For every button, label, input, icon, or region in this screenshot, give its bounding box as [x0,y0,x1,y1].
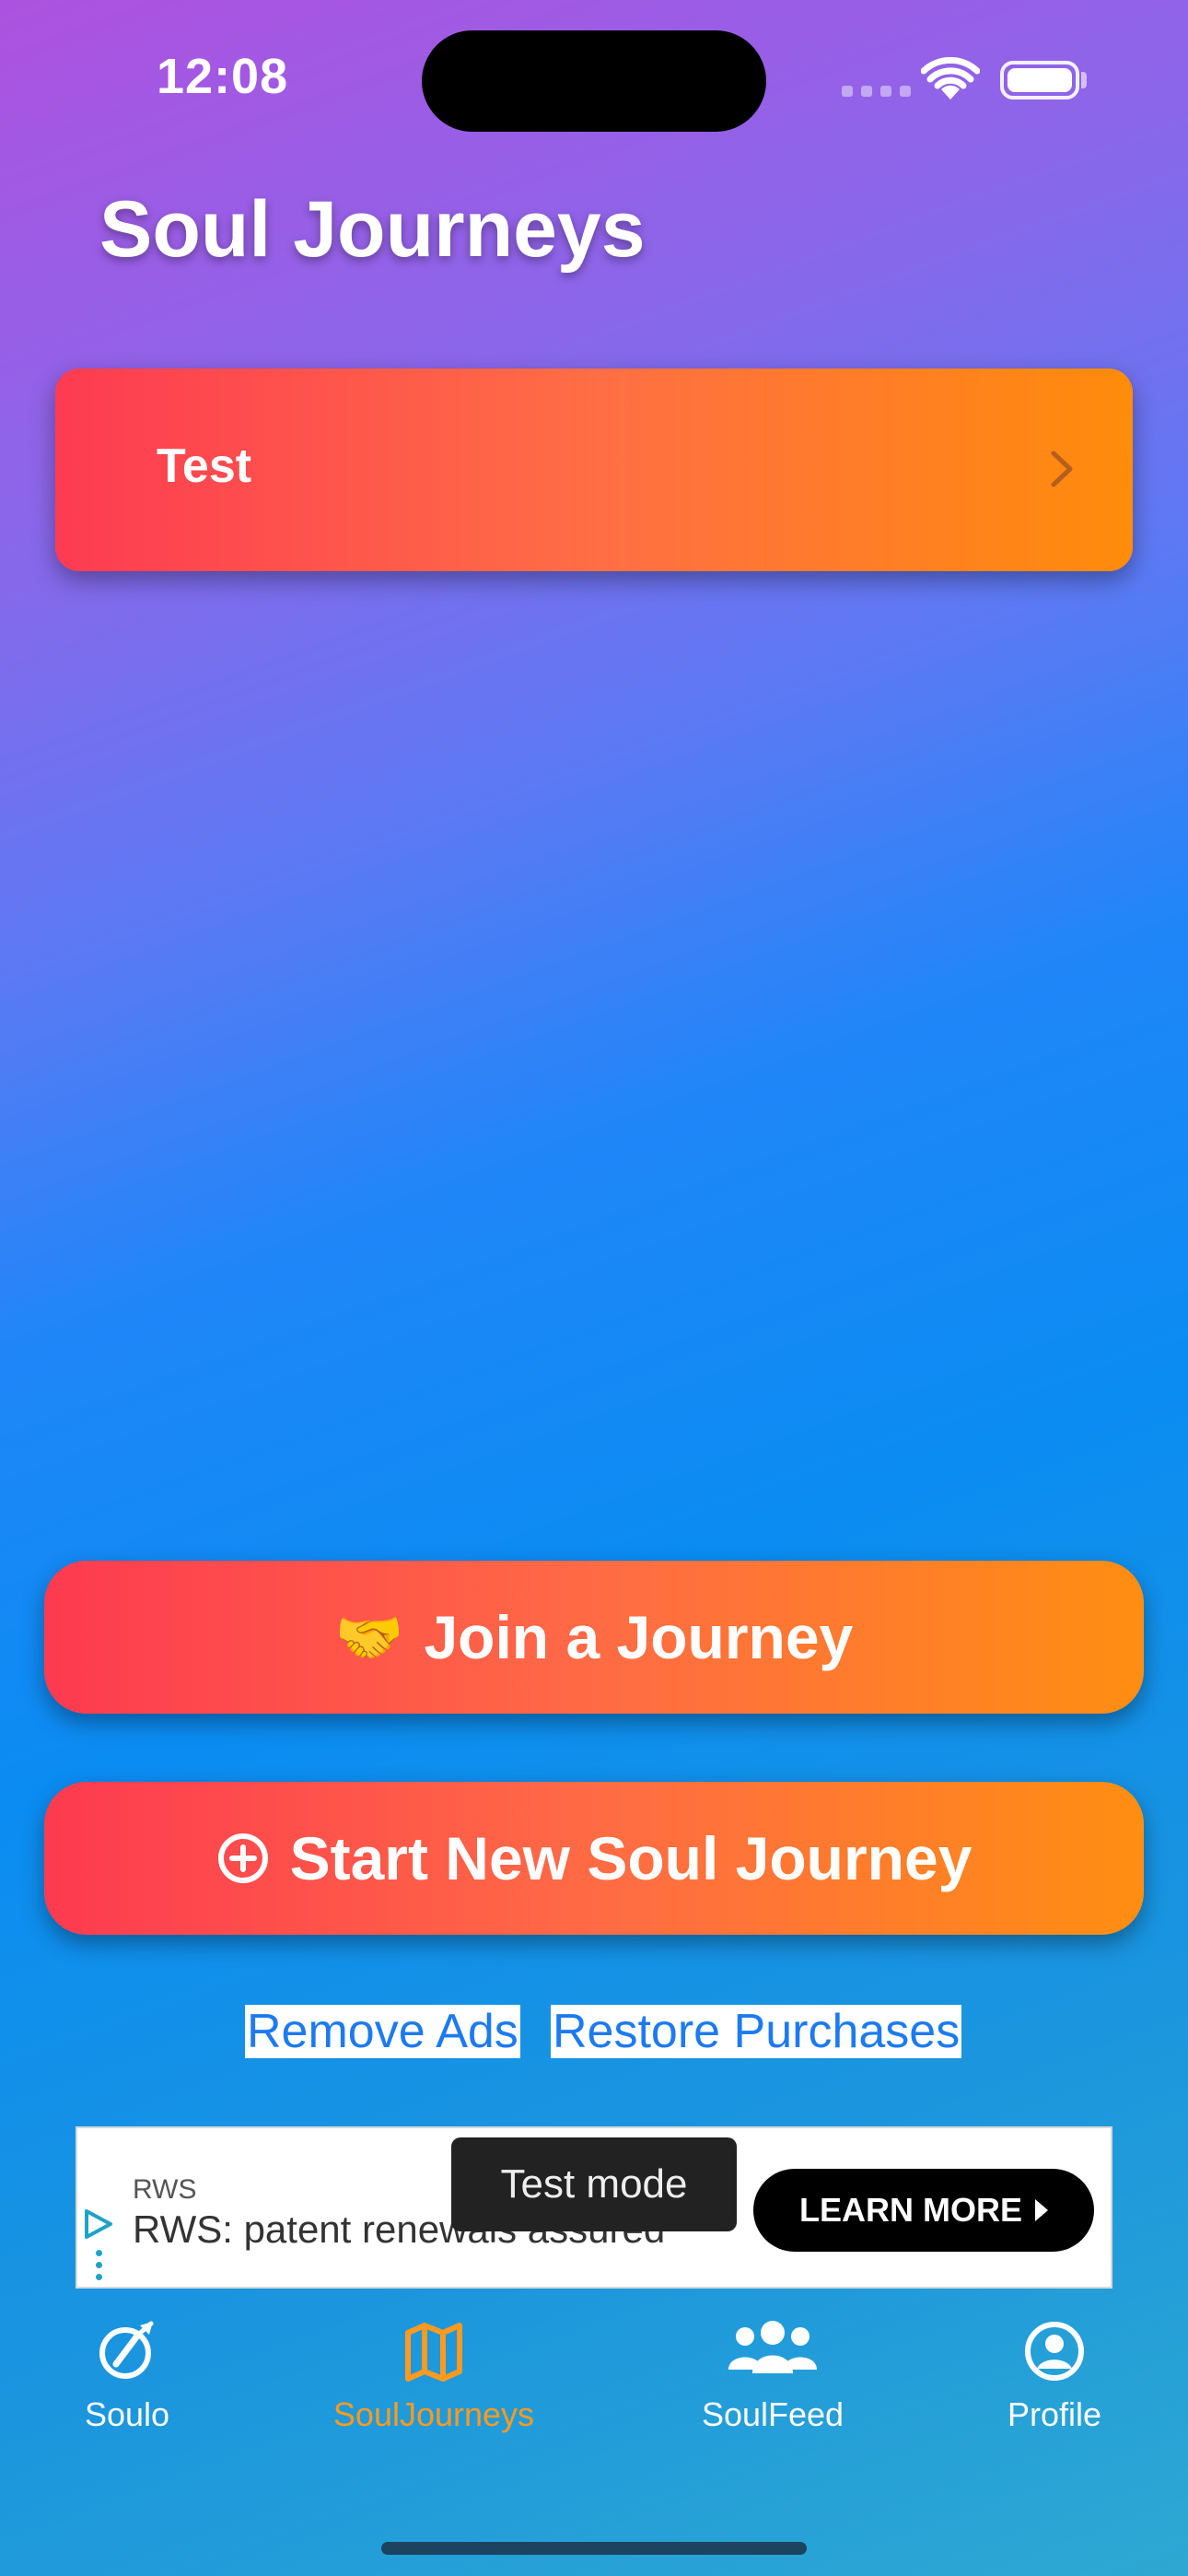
ad-learn-more-button[interactable]: LEARN MORE [753,2169,1094,2252]
tab-soulo[interactable]: Soulo [64,2318,190,2434]
cellular-signal-icon [842,86,911,97]
profile-icon [1025,2322,1084,2381]
home-indicator[interactable] [381,2542,807,2555]
chevron-right-icon [1051,451,1073,487]
dynamic-island [422,30,766,132]
tab-profile[interactable]: Profile [995,2318,1114,2434]
join-journey-button[interactable]: 🤝 Join a Journey [44,1561,1144,1714]
plus-circle-icon [217,1833,268,1883]
play-arrow-icon [1035,2199,1048,2221]
join-journey-label: Join a Journey [424,1603,854,1671]
tab-soul-feed[interactable]: SoulFeed [691,2318,855,2434]
ad-advertiser: RWS [133,2174,197,2205]
status-time: 12:08 [157,49,289,104]
ad-choices-icon[interactable] [83,2207,114,2241]
remove-ads-link[interactable]: Remove Ads [245,2005,520,2058]
tab-label: SoulFeed [701,2395,844,2433]
test-mode-badge: Test mode [451,2137,737,2231]
ad-cta-label: LEARN MORE [799,2191,1022,2229]
journey-card-label: Test [157,439,252,493]
battery-icon [1000,61,1079,100]
tab-label: Soulo [84,2395,170,2433]
tab-label: Profile [1007,2395,1102,2433]
start-new-journey-label: Start New Soul Journey [289,1824,973,1892]
journey-card-test[interactable]: Test [55,369,1133,571]
restore-purchases-link[interactable]: Restore Purchases [551,2005,962,2058]
tab-label: SoulJourneys [332,2395,535,2433]
compass-edit-icon [99,2321,154,2379]
map-icon [405,2323,462,2382]
tab-soul-journeys[interactable]: SoulJourneys [313,2318,554,2434]
page-title: Soul Journeys [99,185,646,274]
handshake-icon: 🤝 [334,1606,404,1669]
people-icon [728,2321,817,2373]
ad-menu-icon[interactable] [96,2250,102,2280]
wifi-icon [921,57,980,100]
start-new-journey-button[interactable]: Start New Soul Journey [44,1782,1144,1935]
battery-nub [1081,72,1087,88]
